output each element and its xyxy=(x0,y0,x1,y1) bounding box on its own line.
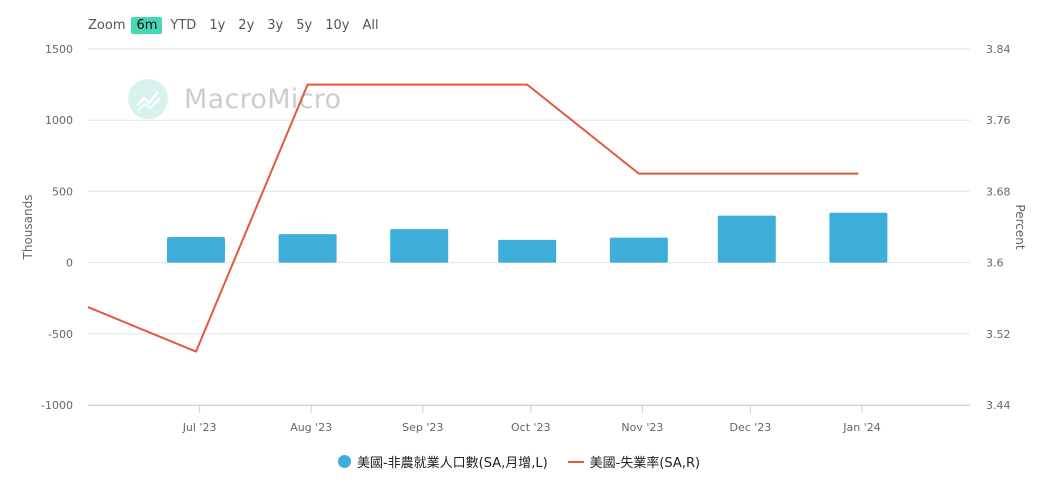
legend-bar-marker xyxy=(337,455,351,468)
bar[interactable] xyxy=(498,239,557,263)
bar[interactable] xyxy=(390,229,449,263)
y-tick-label: -500 xyxy=(48,328,73,341)
x-tick-label: Dec '23 xyxy=(729,421,771,434)
y2-tick-label: 3.44 xyxy=(986,399,1011,412)
y-tick-label: 0 xyxy=(66,257,73,270)
legend-line-marker xyxy=(567,460,584,463)
legend-item-payrolls[interactable]: 美國-非農就業人口數(SA,月增,L) xyxy=(337,452,548,471)
legend-item-unemployment[interactable]: 美國-失業率(SA,R) xyxy=(567,452,701,471)
y-tick-label: 1500 xyxy=(45,43,73,56)
bar[interactable] xyxy=(609,237,668,263)
legend: 美國-非農就業人口數(SA,月增,L) 美國-失業率(SA,R) xyxy=(0,452,1038,471)
y-tick-label: -1000 xyxy=(41,399,73,412)
bar[interactable] xyxy=(717,215,776,263)
x-tick-label: Nov '23 xyxy=(621,421,663,434)
y2-tick-label: 3.76 xyxy=(986,114,1011,127)
y-tick-label: 1000 xyxy=(45,114,73,127)
y2-tick-label: 3.68 xyxy=(986,185,1011,198)
legend-label-payrolls: 美國-非農就業人口數(SA,月增,L) xyxy=(356,456,548,471)
y2-axis-title: Percent xyxy=(1013,204,1027,249)
bar[interactable] xyxy=(167,236,225,263)
y-axis-title: Thousands xyxy=(21,195,35,261)
bar[interactable] xyxy=(829,212,888,263)
y-tick-label: 500 xyxy=(52,185,73,198)
legend-label-unemployment: 美國-失業率(SA,R) xyxy=(589,456,701,471)
x-tick-label: Jan '24 xyxy=(842,421,880,434)
y2-tick-label: 3.52 xyxy=(986,328,1011,341)
bar[interactable] xyxy=(278,234,337,263)
chart: 1500 1000 500 0 -500 -1000 3.84 3.76 3.68 3.6 3.52… xyxy=(21,43,1027,434)
x-tick-label: Sep '23 xyxy=(402,421,443,434)
x-tick-label: Oct '23 xyxy=(511,421,551,434)
x-tick-label: Aug '23 xyxy=(290,421,332,434)
y2-tick-label: 3.6 xyxy=(986,257,1004,270)
x-tick-label: Jul '23 xyxy=(182,421,217,434)
y2-tick-label: 3.84 xyxy=(986,43,1011,56)
bar-series xyxy=(167,212,888,263)
